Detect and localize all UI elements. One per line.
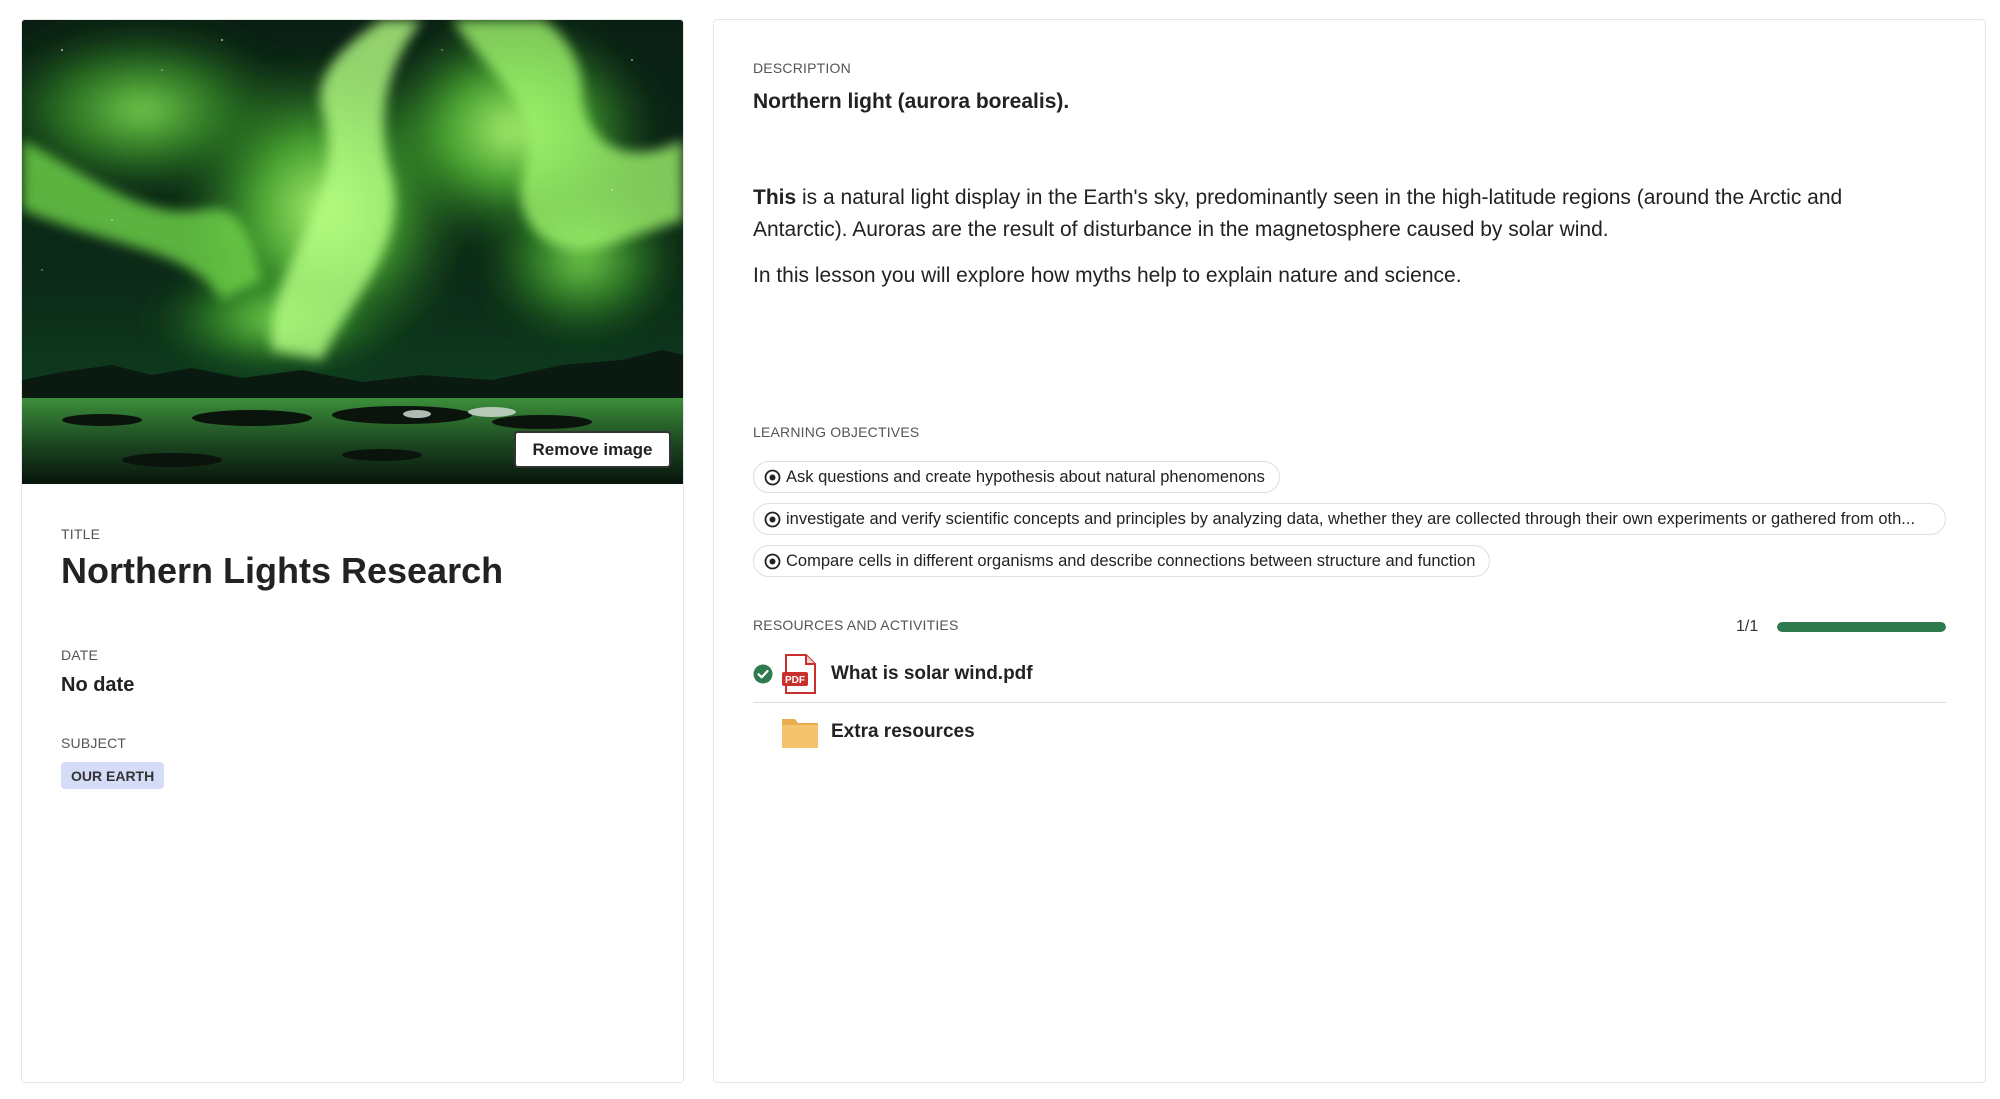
- description-paragraph-2: In this lesson you will explore how myth…: [753, 264, 1462, 287]
- objective-text: investigate and verify scientific concep…: [786, 509, 1916, 528]
- objective-chip[interactable]: investigate and verify scientific concep…: [753, 503, 1946, 535]
- target-icon: [764, 511, 781, 527]
- resource-name: What is solar wind.pdf: [831, 662, 1033, 684]
- aurora-photo: [22, 20, 683, 484]
- description-bold-lead: This: [753, 186, 797, 209]
- title-label: TITLE: [61, 526, 101, 542]
- description-heading: Northern light (aurora borealis).: [753, 90, 1070, 113]
- remove-image-button[interactable]: Remove image: [514, 431, 671, 468]
- folder-icon: [782, 719, 818, 748]
- check-circle-icon: [753, 664, 773, 683]
- lesson-date: No date: [61, 674, 135, 696]
- pdf-file-icon: PDF: [782, 653, 816, 694]
- target-icon: [764, 553, 781, 569]
- resource-item[interactable]: Extra resources: [753, 703, 1946, 761]
- resources-label: RESOURCES AND ACTIVITIES: [753, 617, 959, 633]
- description-paragraph: This is a natural light display in the E…: [753, 182, 1923, 246]
- lesson-content-card: DESCRIPTION Northern light (aurora borea…: [713, 19, 1986, 1083]
- learning-objectives-label: LEARNING OBJECTIVES: [753, 424, 920, 440]
- description-label: DESCRIPTION: [753, 60, 851, 76]
- resource-name: Extra resources: [831, 721, 975, 742]
- lesson-title: Northern Lights Research: [61, 550, 504, 591]
- objective-chip[interactable]: Compare cells in different organisms and…: [753, 545, 1491, 577]
- lesson-details-card: Remove image TITLE Northern Lights Resea…: [21, 19, 684, 1083]
- svg-text:PDF: PDF: [785, 675, 805, 686]
- progress-count: 1/1: [1736, 618, 1759, 635]
- progress-bar-fill: [1777, 622, 1946, 632]
- objective-text: Ask questions and create hypothesis abou…: [786, 467, 1265, 486]
- subject-badge: OUR EARTH: [61, 762, 165, 789]
- cover-image: Remove image: [22, 20, 683, 484]
- description-body: is a natural light display in the Earth'…: [753, 186, 1843, 241]
- progress-bar: [1777, 622, 1946, 632]
- date-label: DATE: [61, 647, 99, 663]
- objective-text: Compare cells in different organisms and…: [786, 551, 1476, 570]
- subject-label: SUBJECT: [61, 735, 127, 751]
- resource-item[interactable]: PDF What is solar wind.pdf: [753, 645, 1946, 703]
- objective-chip[interactable]: Ask questions and create hypothesis abou…: [753, 461, 1280, 493]
- target-icon: [764, 469, 781, 485]
